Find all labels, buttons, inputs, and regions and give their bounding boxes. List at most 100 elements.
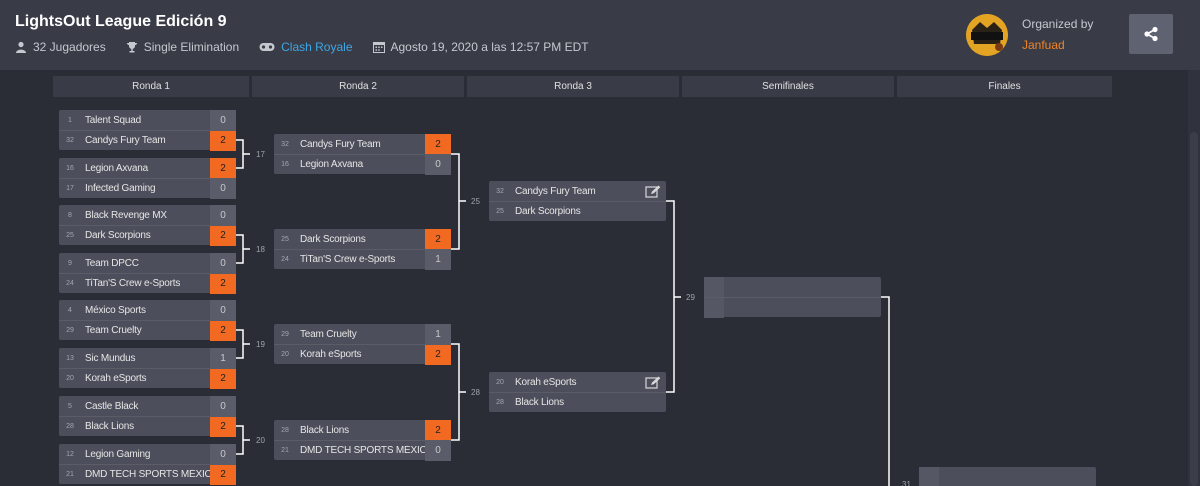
match-slot[interactable]: 28 Black Lions bbox=[489, 392, 666, 412]
match-r2-17[interactable]: 32 Candys Fury Team 2 16 Legion Axvana 0 bbox=[274, 134, 451, 175]
seed: 21 bbox=[281, 447, 289, 454]
match-slot[interactable]: 32 Candys Fury Team 2 bbox=[274, 134, 451, 154]
match-slot[interactable]: 5 Castle Black 0 bbox=[59, 396, 236, 416]
seed: 28 bbox=[496, 399, 504, 406]
seed: 25 bbox=[496, 208, 504, 215]
seed-placeholder bbox=[704, 277, 724, 297]
team-name: DMD TECH SPORTS MÉXICO bbox=[300, 445, 425, 456]
team-name: Dark Scorpions bbox=[515, 206, 581, 217]
edit-score-button[interactable] bbox=[640, 181, 666, 201]
empty-slot[interactable] bbox=[919, 467, 1096, 486]
match-number-17: 17 bbox=[256, 150, 265, 159]
match-r1-7[interactable]: 5 Castle Black 0 28 Black Lions 2 bbox=[59, 396, 236, 437]
team-name: México Sports bbox=[85, 304, 146, 316]
empty-slot[interactable] bbox=[704, 297, 881, 318]
match-r1-4[interactable]: 9 Team DPCC 0 24 TiTan'S Crew e-Sports 2 bbox=[59, 253, 236, 294]
score: 1 bbox=[210, 348, 236, 368]
match-semi-29[interactable] bbox=[704, 277, 881, 318]
match-slot[interactable]: 20 Korah eSports 2 bbox=[59, 368, 236, 389]
score: 2 bbox=[425, 229, 451, 249]
empty-slot[interactable] bbox=[704, 277, 881, 297]
match-r2-19[interactable]: 29 Team Cruelty 1 20 Korah eSports 2 bbox=[274, 324, 451, 365]
seed: 32 bbox=[281, 140, 289, 148]
match-slot[interactable]: 24 TiTan'S Crew e-Sports 1 bbox=[274, 249, 451, 270]
match-slot[interactable]: 1 Talent Squad 0 bbox=[59, 110, 236, 130]
match-slot[interactable]: 20 Korah eSports bbox=[489, 372, 666, 392]
match-slot[interactable]: 4 México Sports 0 bbox=[59, 300, 236, 320]
team-name: Black Revenge MX bbox=[85, 209, 167, 221]
seed: 32 bbox=[66, 137, 74, 144]
team-name: Infected Gaming bbox=[85, 183, 156, 194]
seed-placeholder bbox=[704, 297, 724, 318]
match-final-31[interactable] bbox=[919, 467, 1096, 486]
score: 0 bbox=[210, 110, 236, 130]
score: 2 bbox=[210, 158, 236, 178]
seed: 16 bbox=[66, 164, 74, 172]
seed: 25 bbox=[281, 235, 289, 243]
match-slot[interactable]: 8 Black Revenge MX 0 bbox=[59, 205, 236, 225]
match-number-28: 28 bbox=[471, 388, 480, 397]
match-slot[interactable]: 20 Korah eSports 2 bbox=[274, 344, 451, 365]
score: 0 bbox=[210, 444, 236, 464]
seed: 12 bbox=[66, 450, 74, 458]
team-name: Candys Fury Team bbox=[85, 135, 166, 146]
match-r2-18[interactable]: 25 Dark Scorpions 2 24 TiTan'S Crew e-Sport… bbox=[274, 229, 451, 270]
match-slot[interactable]: 28 Black Lions 2 bbox=[59, 416, 236, 437]
match-slot[interactable]: 29 Team Cruelty 1 bbox=[274, 324, 451, 344]
match-slot[interactable]: 32 Candys Fury Team 2 bbox=[59, 130, 236, 151]
match-slot[interactable]: 32 Candys Fury Team bbox=[489, 181, 666, 201]
match-slot[interactable]: 29 Team Cruelty 2 bbox=[59, 320, 236, 341]
match-slot[interactable]: 25 Dark Scorpions 2 bbox=[274, 229, 451, 249]
match-r1-1[interactable]: 1 Talent Squad 0 32 Candys Fury Team 2 bbox=[59, 110, 236, 151]
seed: 24 bbox=[281, 256, 289, 263]
seed: 24 bbox=[66, 280, 74, 287]
match-slot[interactable]: 28 Black Lions 2 bbox=[274, 420, 451, 440]
seed: 20 bbox=[281, 351, 289, 358]
match-slot[interactable]: 24 TiTan'S Crew e-Sports 2 bbox=[59, 273, 236, 294]
team-name: Dark Scorpions bbox=[85, 230, 151, 241]
match-number-29: 29 bbox=[686, 293, 695, 302]
match-number-19: 19 bbox=[256, 340, 265, 349]
team-name: Team Cruelty bbox=[85, 325, 142, 336]
match-r3-25[interactable]: 32 Candys Fury Team 25 Dark Scorpions bbox=[489, 181, 666, 221]
team-name: TiTan'S Crew e-Sports bbox=[300, 254, 396, 265]
match-slot[interactable]: 25 Dark Scorpions 2 bbox=[59, 225, 236, 246]
match-slot[interactable]: 21 DMD TECH SPORTS MÉXICO 2 bbox=[59, 464, 236, 485]
team-name: Korah eSports bbox=[515, 376, 577, 388]
match-r1-3[interactable]: 8 Black Revenge MX 0 25 Dark Scorpions 2 bbox=[59, 205, 236, 246]
seed: 29 bbox=[281, 330, 289, 338]
seed: 29 bbox=[66, 327, 74, 334]
edit-icon bbox=[645, 376, 661, 389]
match-slot[interactable]: 16 Legion Axvana 2 bbox=[59, 158, 236, 178]
match-r1-6[interactable]: 13 Sic Mundus 1 20 Korah eSports 2 bbox=[59, 348, 236, 389]
seed: 28 bbox=[281, 426, 289, 434]
match-slot[interactable]: 21 DMD TECH SPORTS MÉXICO 0 bbox=[274, 440, 451, 461]
team-name: Black Lions bbox=[300, 424, 349, 436]
match-slot[interactable]: 16 Legion Axvana 0 bbox=[274, 154, 451, 175]
seed: 16 bbox=[281, 161, 289, 168]
match-r3-28[interactable]: 20 Korah eSports 28 Black Lions bbox=[489, 372, 666, 412]
score: 1 bbox=[425, 324, 451, 344]
match-r1-5[interactable]: 4 México Sports 0 29 Team Cruelty 2 bbox=[59, 300, 236, 341]
seed: 20 bbox=[496, 378, 504, 386]
match-r1-8[interactable]: 12 Legion Gaming 0 21 DMD TECH SPORTS MÉXIC… bbox=[59, 444, 236, 485]
team-name: Korah eSports bbox=[85, 373, 147, 384]
team-name: Black Lions bbox=[85, 421, 134, 432]
team-name: Korah eSports bbox=[300, 349, 362, 360]
team-name: Candys Fury Team bbox=[300, 138, 381, 150]
match-slot[interactable]: 25 Dark Scorpions bbox=[489, 201, 666, 221]
match-slot[interactable]: 12 Legion Gaming 0 bbox=[59, 444, 236, 464]
edit-icon bbox=[645, 185, 661, 198]
match-r2-20[interactable]: 28 Black Lions 2 21 DMD TECH SPORTS MÉXICO 0 bbox=[274, 420, 451, 461]
seed: 13 bbox=[66, 354, 74, 362]
team-name: Team Cruelty bbox=[300, 328, 357, 340]
score: 2 bbox=[210, 225, 236, 246]
match-slot[interactable]: 17 Infected Gaming 0 bbox=[59, 178, 236, 199]
match-slot[interactable]: 13 Sic Mundus 1 bbox=[59, 348, 236, 368]
seed-placeholder bbox=[919, 467, 939, 486]
seed: 8 bbox=[68, 211, 72, 219]
match-r1-2[interactable]: 16 Legion Axvana 2 17 Infected Gaming 0 bbox=[59, 158, 236, 199]
match-number-31: 31 bbox=[902, 480, 911, 486]
match-slot[interactable]: 9 Team DPCC 0 bbox=[59, 253, 236, 273]
edit-score-button[interactable] bbox=[640, 372, 666, 392]
